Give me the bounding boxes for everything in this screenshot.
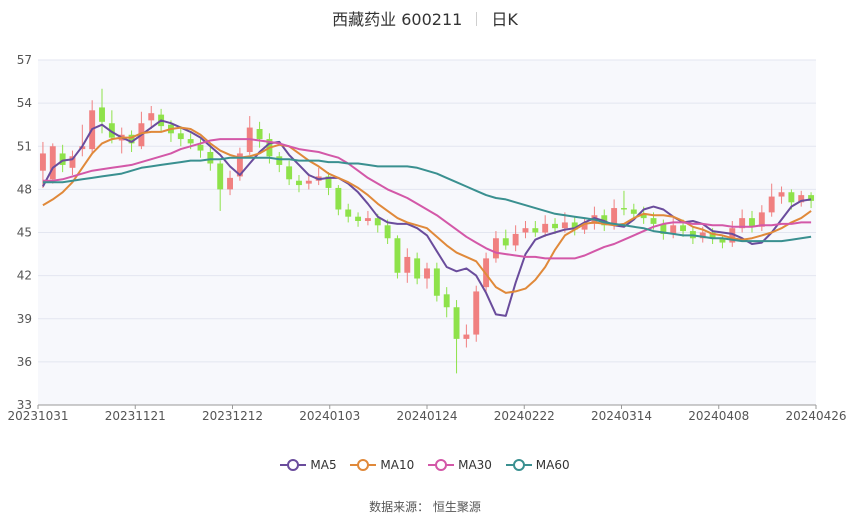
candle-body xyxy=(305,180,312,184)
candle-body xyxy=(650,218,657,224)
y-tick-label: 57 xyxy=(17,53,32,67)
legend-label-ma5: MA5 xyxy=(310,458,337,472)
legend-marker-ma10 xyxy=(350,458,377,472)
candle-body xyxy=(473,291,480,335)
candle-body xyxy=(512,233,519,246)
candle-body xyxy=(522,228,529,233)
legend-label-ma60: MA60 xyxy=(535,458,570,472)
candle-body xyxy=(552,223,558,229)
candle-body xyxy=(394,238,401,273)
x-tick-label: 20240314 xyxy=(591,409,652,423)
candle-body xyxy=(355,216,362,221)
candle xyxy=(394,235,401,279)
candle-body xyxy=(424,268,430,279)
x-tick-label: 20231031 xyxy=(7,409,68,423)
ma60-circle-icon xyxy=(512,459,525,471)
legend-item-ma60[interactable]: MA60 xyxy=(505,458,570,472)
x-tick-label: 20240426 xyxy=(785,409,846,423)
legend-label-ma10: MA10 xyxy=(380,458,415,472)
candle-body xyxy=(768,196,775,213)
y-tick-label: 42 xyxy=(17,269,32,283)
candle-body xyxy=(374,218,381,226)
candle-body xyxy=(227,177,233,190)
y-tick-label: 36 xyxy=(17,355,32,369)
candle-body xyxy=(217,163,224,190)
legend-item-ma5[interactable]: MA5 xyxy=(280,458,337,472)
candle-body xyxy=(433,268,440,296)
y-tick-label: 51 xyxy=(17,139,32,153)
candle-body xyxy=(364,218,371,221)
data-source: 数据来源： 恒生聚源 xyxy=(369,500,481,514)
candle-body xyxy=(276,156,283,165)
candle-body xyxy=(197,144,204,151)
legend: MA5 MA10 MA30 MA60 xyxy=(0,458,850,475)
candle-body xyxy=(49,146,56,180)
candle-body xyxy=(256,129,263,140)
price-chart: 33363942454851545720231031 20231121 202312… xyxy=(7,53,846,423)
y-tick-label: 54 xyxy=(17,96,32,110)
legend-label-ma30: MA30 xyxy=(458,458,492,472)
y-tick-label: 39 xyxy=(17,312,32,326)
y-tick-label: 45 xyxy=(17,226,32,240)
candle-body xyxy=(187,139,194,144)
candle-body xyxy=(621,208,627,210)
x-tick-label: 20240124 xyxy=(396,409,457,423)
candle-body xyxy=(788,192,795,203)
legend-marker-ma5 xyxy=(280,458,307,472)
candle xyxy=(433,262,440,302)
candle-body xyxy=(207,152,214,164)
candle-body xyxy=(296,180,302,186)
ma5-circle-icon xyxy=(287,459,300,471)
candle-body xyxy=(778,192,785,197)
y-tick-label: 48 xyxy=(17,182,32,196)
x-tick-label: 20240103 xyxy=(299,409,360,423)
x-tick-label: 20231212 xyxy=(202,409,263,423)
candle-body xyxy=(532,228,539,233)
candle-body xyxy=(404,256,411,273)
candle-body xyxy=(749,218,755,227)
candle-body xyxy=(39,153,46,171)
candle-body xyxy=(630,209,637,214)
candle xyxy=(473,285,480,342)
candle-body xyxy=(345,209,352,217)
candle-body xyxy=(148,113,155,121)
ma30-circle-icon xyxy=(435,459,448,471)
candle-body xyxy=(502,238,509,246)
legend-item-ma10[interactable]: MA10 xyxy=(350,458,414,472)
candle-body xyxy=(561,222,568,229)
legend-item-ma30[interactable]: MA30 xyxy=(428,458,492,472)
candle-body xyxy=(453,307,460,339)
ma10-circle-icon xyxy=(357,459,370,471)
candle-body xyxy=(443,294,450,308)
candle-body xyxy=(463,334,470,339)
candle-body xyxy=(335,187,342,210)
candle-body xyxy=(542,223,549,233)
candle-body xyxy=(384,225,391,239)
legend-marker-ma30 xyxy=(428,458,455,472)
x-tick-label: 20240222 xyxy=(494,409,555,423)
x-tick-label: 20231121 xyxy=(105,409,166,423)
candle-body xyxy=(99,107,105,122)
candle-body xyxy=(286,166,293,180)
candle-body xyxy=(414,258,421,279)
x-tick-label: 20240408 xyxy=(688,409,749,423)
candle-body xyxy=(492,238,499,259)
candle xyxy=(49,143,56,184)
candle-body xyxy=(177,133,184,140)
candle-body xyxy=(680,225,687,232)
legend-marker-ma60 xyxy=(505,458,532,472)
